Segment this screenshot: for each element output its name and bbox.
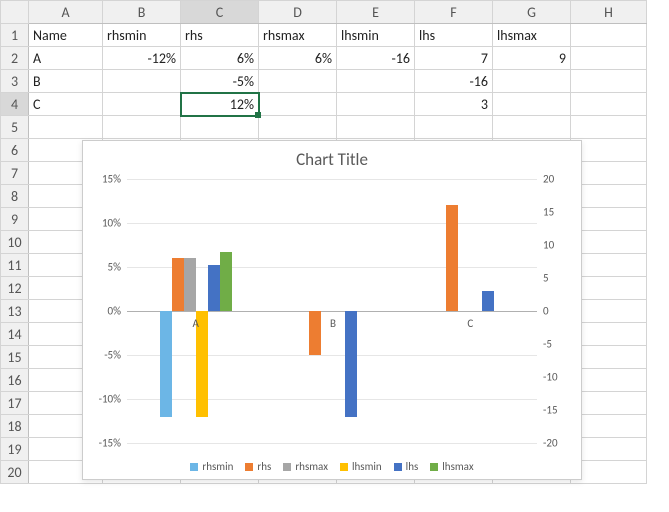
chart-category-label: A (146, 317, 246, 330)
row-header-13[interactable]: 13 (1, 300, 29, 323)
cell-G2[interactable]: 9 (493, 47, 571, 70)
row-header-19[interactable]: 19 (1, 438, 29, 461)
col-header-A[interactable]: A (29, 1, 103, 24)
col-header-F[interactable]: F (415, 1, 493, 24)
cell-F2[interactable]: 7 (415, 47, 493, 70)
cell-A3[interactable]: B (29, 70, 103, 93)
legend-item: lhsmin (340, 460, 382, 473)
legend-item: rhs (245, 460, 271, 473)
col-header-G[interactable]: G (493, 1, 571, 24)
cell-H1[interactable] (571, 24, 647, 47)
cell-F3[interactable]: -16 (415, 70, 493, 93)
cell-H3[interactable] (571, 70, 647, 93)
row-header-10[interactable]: 10 (1, 231, 29, 254)
row-header-3[interactable]: 3 (1, 70, 29, 93)
chart-plot-area: A B C (127, 179, 537, 443)
cell-B4[interactable] (103, 93, 181, 116)
cell-F1[interactable]: lhs (415, 24, 493, 47)
chart-right-axis: -20-15-10-505101520 (539, 179, 579, 441)
col-header-D[interactable]: D (259, 1, 337, 24)
chart-bar (220, 252, 232, 311)
cell-H2[interactable] (571, 47, 647, 70)
row-header-2[interactable]: 2 (1, 47, 29, 70)
cell-D3[interactable] (259, 70, 337, 93)
cell-F4[interactable]: 3 (415, 93, 493, 116)
chart-bar (482, 291, 494, 311)
cell-D1[interactable]: rhsmax (259, 24, 337, 47)
row-header-1[interactable]: 1 (1, 24, 29, 47)
cell-A2[interactable]: A (29, 47, 103, 70)
cell-D2[interactable]: 6% (259, 47, 337, 70)
chart-bar (208, 265, 220, 311)
col-header-B[interactable]: B (103, 1, 181, 24)
cell-G1[interactable]: lhsmax (493, 24, 571, 47)
cell-D4[interactable] (259, 93, 337, 116)
cell-B2[interactable]: -12% (103, 47, 181, 70)
row-header-7[interactable]: 7 (1, 162, 29, 185)
chart-title: Chart Title (83, 141, 581, 174)
cell-A1[interactable]: Name (29, 24, 103, 47)
row-header-9[interactable]: 9 (1, 208, 29, 231)
cell-B3[interactable] (103, 70, 181, 93)
cell-B1[interactable]: rhsmin (103, 24, 181, 47)
cell-C4[interactable]: 12% (181, 93, 259, 116)
legend-item: lhsmax (430, 460, 473, 473)
chart-bar (446, 205, 458, 311)
row-header-17[interactable]: 17 (1, 392, 29, 415)
cell-H4[interactable] (571, 93, 647, 116)
chart-left-axis: -15%-10%-5%0%5%10%15% (85, 179, 125, 441)
chart-bar (184, 258, 196, 311)
chart-bar (172, 258, 184, 311)
cell-C2[interactable]: 6% (181, 47, 259, 70)
cell-G4[interactable] (493, 93, 571, 116)
legend-item: rhsmax (283, 460, 328, 473)
row-header-6[interactable]: 6 (1, 139, 29, 162)
cell-E4[interactable] (337, 93, 415, 116)
row-header-5[interactable]: 5 (1, 116, 29, 139)
cell-E1[interactable]: lhsmin (337, 24, 415, 47)
row-header-20[interactable]: 20 (1, 461, 29, 484)
cell-C3[interactable]: -5% (181, 70, 259, 93)
select-all-corner[interactable] (1, 1, 29, 24)
cell-G3[interactable] (493, 70, 571, 93)
cell-A4[interactable]: C (29, 93, 103, 116)
row-header-16[interactable]: 16 (1, 369, 29, 392)
row-header-18[interactable]: 18 (1, 415, 29, 438)
chart-category-label: B (283, 317, 383, 330)
chart-legend: rhsmin rhs rhsmax lhsmin lhs lhsmax (83, 460, 581, 473)
cell-E2[interactable]: -16 (337, 47, 415, 70)
col-header-C[interactable]: C (181, 1, 259, 24)
row-header-8[interactable]: 8 (1, 185, 29, 208)
embedded-chart[interactable]: Chart Title -15%-10%-5%0%5%10%15% -20-15… (82, 140, 582, 480)
legend-item: lhs (394, 460, 419, 473)
cell-E3[interactable] (337, 70, 415, 93)
col-header-E[interactable]: E (337, 1, 415, 24)
row-header-14[interactable]: 14 (1, 323, 29, 346)
row-header-11[interactable]: 11 (1, 254, 29, 277)
col-header-H[interactable]: H (571, 1, 647, 24)
chart-category-label: C (420, 317, 520, 330)
row-header-4[interactable]: 4 (1, 93, 29, 116)
cell-C1[interactable]: rhs (181, 24, 259, 47)
row-header-12[interactable]: 12 (1, 277, 29, 300)
legend-item: rhsmin (190, 460, 233, 473)
row-header-15[interactable]: 15 (1, 346, 29, 369)
